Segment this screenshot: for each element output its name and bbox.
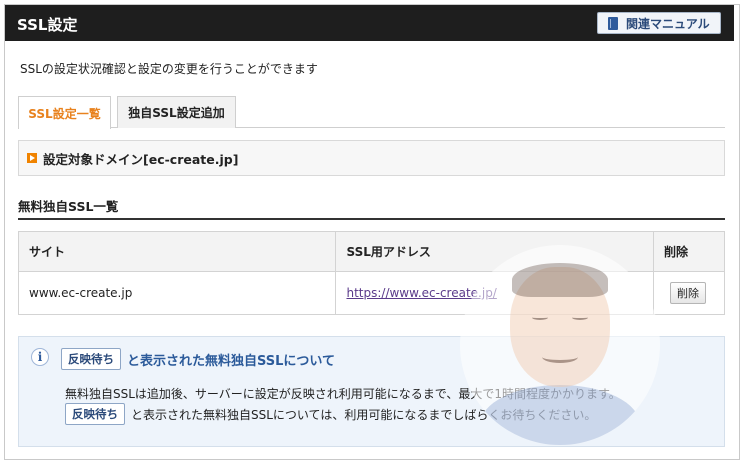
tab-add-ssl[interactable]: 独自SSL設定追加	[117, 96, 236, 128]
avatar-eye-left	[532, 315, 548, 320]
avatar-mouth	[542, 351, 578, 363]
target-domain-bar: 設定対象ドメイン[ec-create.jp]	[18, 140, 725, 176]
column-header-delete: 削除	[653, 231, 725, 272]
avatar-hair	[512, 263, 608, 297]
site-cell: www.ec-create.jp	[17, 271, 337, 315]
target-domain-label: 設定対象ドメイン[ec-create.jp]	[43, 151, 239, 167]
page-title: SSL設定	[17, 16, 78, 34]
delete-button[interactable]: 削除	[670, 282, 707, 304]
info-title-row: 反映待ち と表示された無料独自SSLについて	[61, 348, 335, 370]
tab-bar: SSL設定一覧 独自SSL設定追加	[18, 96, 725, 129]
avatar-watermark	[460, 245, 660, 445]
info-title: と表示された無料独自SSLについて	[127, 353, 336, 369]
page-header: SSL設定 関連マニュアル	[5, 5, 734, 41]
section-title: 無料独自SSL一覧	[18, 196, 725, 220]
page-description: SSLの設定状況確認と設定の変更を行うことができます	[20, 62, 318, 76]
avatar-eye-right	[572, 315, 588, 320]
book-icon	[608, 16, 618, 30]
pending-badge-inline: 反映待ち	[65, 403, 125, 425]
pending-badge: 反映待ち	[61, 348, 121, 370]
related-manual-button[interactable]: 関連マニュアル	[597, 12, 721, 34]
arrow-marker-icon	[27, 153, 37, 163]
info-icon: i	[31, 348, 49, 366]
column-header-site: サイト	[17, 231, 337, 272]
avatar-body	[480, 385, 640, 445]
tab-ssl-list[interactable]: SSL設定一覧	[18, 96, 111, 129]
delete-cell: 削除	[653, 271, 725, 315]
related-manual-label: 関連マニュアル	[626, 16, 710, 31]
